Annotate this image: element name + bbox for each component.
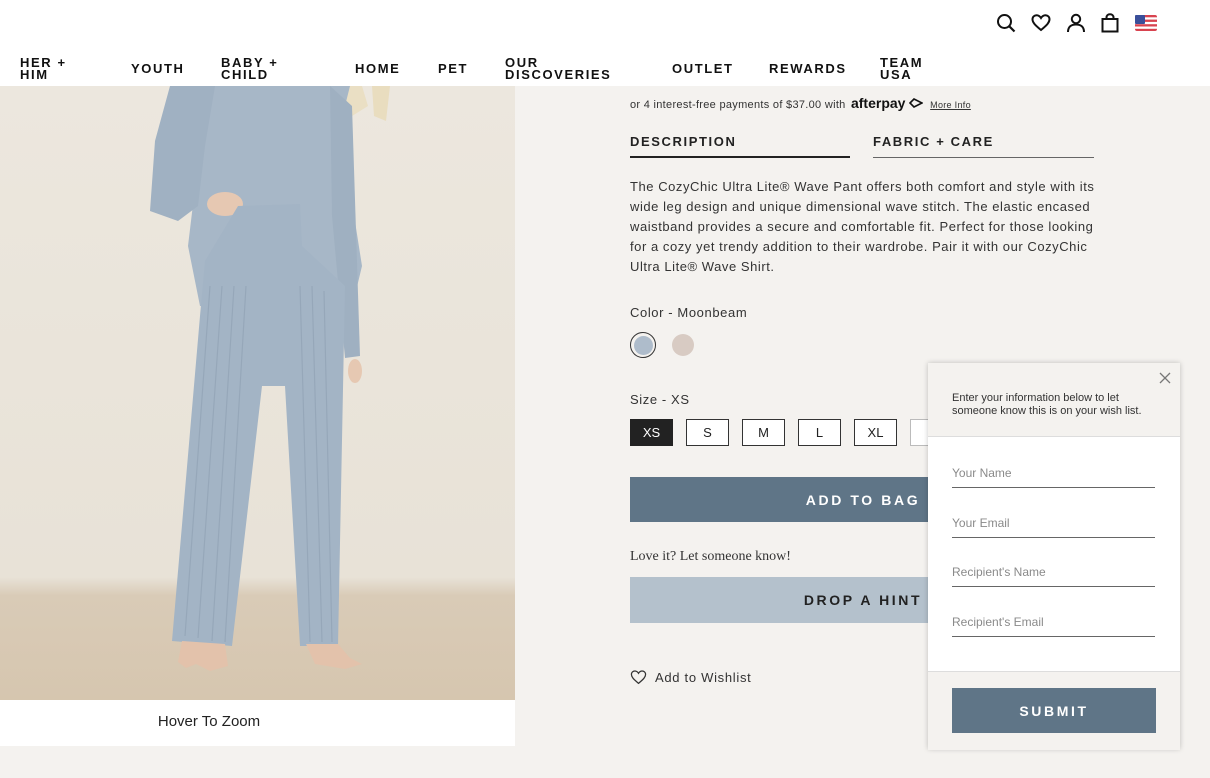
us-flag-icon[interactable] xyxy=(1134,12,1158,34)
swatch-fill xyxy=(633,335,653,355)
nav-label-line2: HIM xyxy=(20,67,49,82)
payment-info: or 4 interest-free payments of $37.00 wi… xyxy=(630,95,971,111)
color-label: Color - Moonbeam xyxy=(630,305,748,320)
afterpay-logo: afterpay xyxy=(850,95,906,111)
modal-intro-text: Enter your information below to let some… xyxy=(952,392,1142,417)
modal-footer: SUBMIT xyxy=(928,671,1180,750)
nav-label-line2: USA xyxy=(880,67,913,82)
size-xs-button[interactable]: XS xyxy=(630,419,673,446)
love-it-text: Love it? Let someone know! xyxy=(630,549,791,564)
color-swatch-taupe[interactable] xyxy=(672,334,694,356)
size-m-button[interactable]: M xyxy=(742,419,785,446)
more-info-link[interactable]: More Info xyxy=(930,100,971,110)
nav-label-line2: DISCOVERIES xyxy=(505,67,612,82)
wishlist-label: Add to Wishlist xyxy=(655,670,752,685)
add-to-wishlist-link[interactable]: Add to Wishlist xyxy=(630,670,751,685)
color-swatch-moonbeam[interactable] xyxy=(630,332,656,358)
hover-zoom-text: Hover To Zoom xyxy=(157,713,261,730)
search-icon[interactable] xyxy=(994,12,1018,34)
nav-our-discoveries[interactable]: OUR DISCOVERIES xyxy=(505,56,615,82)
recipient-email-input[interactable] xyxy=(952,608,1155,637)
nav-label-line2: CHILD xyxy=(221,67,269,82)
model-illustration xyxy=(150,86,390,671)
nav-label-line1: REWARDS xyxy=(769,61,847,76)
bag-icon[interactable] xyxy=(1098,12,1122,34)
tab-fabric-care[interactable]: FABRIC + CARE xyxy=(873,134,994,149)
size-s-button[interactable]: S xyxy=(686,419,729,446)
product-image[interactable] xyxy=(0,86,515,700)
modal-header: Enter your information below to let some… xyxy=(928,363,1180,437)
nav-label-line1: OUTLET xyxy=(672,61,734,76)
tab-fabric-care-underline xyxy=(873,157,1094,158)
nav-baby-child[interactable]: BABY + CHILD xyxy=(221,56,331,82)
top-header: HER + HIM YOUTH BABY + CHILD HOME PET OU… xyxy=(0,0,1210,86)
tab-description[interactable]: DESCRIPTION xyxy=(630,134,736,149)
nav-rewards[interactable]: REWARDS xyxy=(769,61,879,76)
size-xl-button[interactable]: XL xyxy=(854,419,897,446)
drop-hint-modal: Enter your information below to let some… xyxy=(928,363,1180,750)
afterpay-arrow-icon xyxy=(908,98,924,108)
your-name-input[interactable] xyxy=(952,459,1155,488)
size-label: Size - XS xyxy=(630,392,690,407)
submit-button[interactable]: SUBMIT xyxy=(952,688,1156,733)
nav-her-him[interactable]: HER + HIM xyxy=(20,56,130,82)
heart-outline-icon xyxy=(630,670,647,685)
account-icon[interactable] xyxy=(1064,12,1088,34)
payments-text: or 4 interest-free payments of $37.00 wi… xyxy=(630,99,846,111)
nav-outlet[interactable]: OUTLET xyxy=(672,61,782,76)
your-email-input[interactable] xyxy=(952,509,1155,538)
product-description: The CozyChic Ultra Lite® Wave Pant offer… xyxy=(630,179,1095,274)
tab-description-underline xyxy=(630,156,850,158)
size-l-button[interactable]: L xyxy=(798,419,841,446)
nav-team-usa[interactable]: TEAM USA xyxy=(880,56,990,82)
heart-icon[interactable] xyxy=(1029,12,1053,34)
recipient-name-input[interactable] xyxy=(952,558,1155,587)
close-icon[interactable] xyxy=(1159,371,1171,384)
